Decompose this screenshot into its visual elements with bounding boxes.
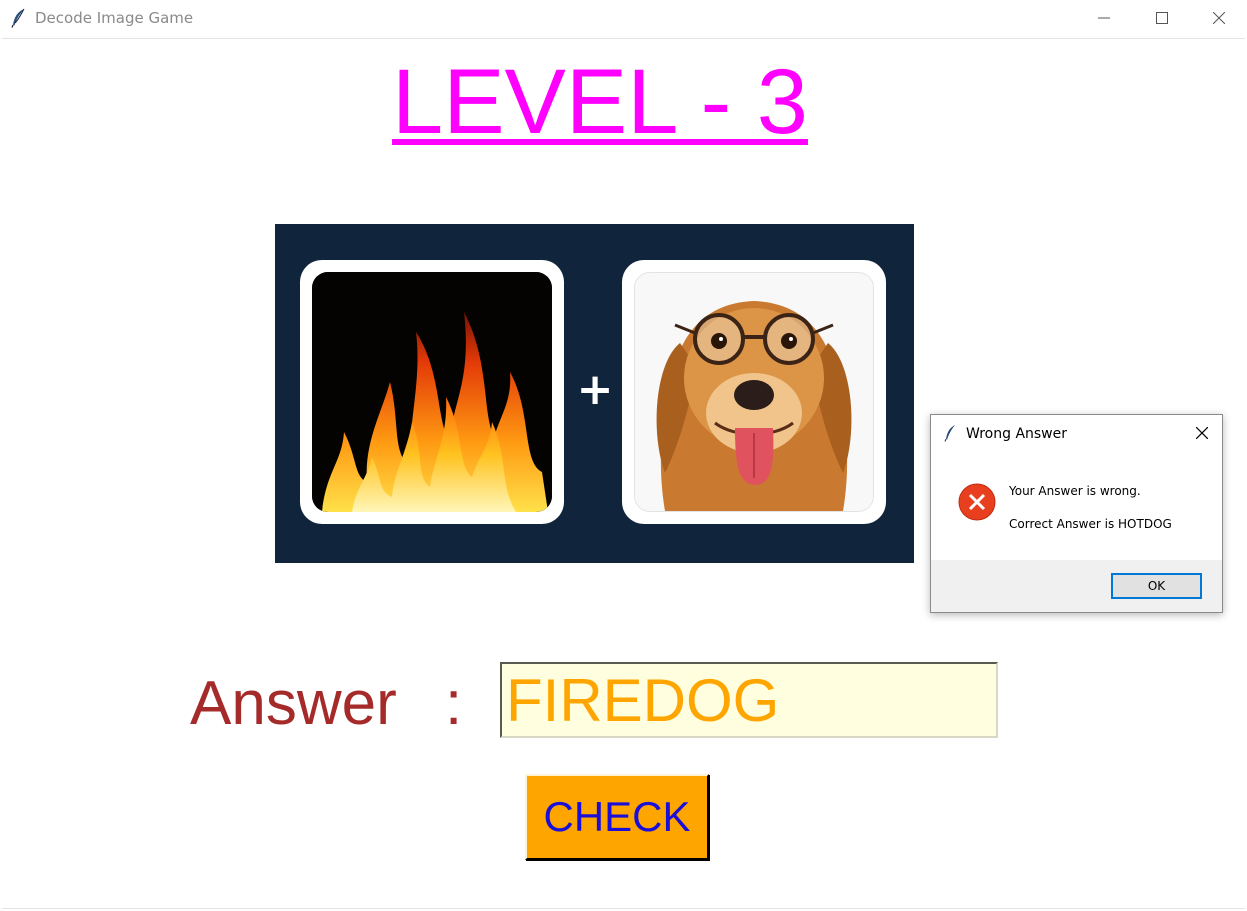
feather-icon	[944, 424, 958, 442]
puzzle-image: +	[275, 224, 914, 563]
fire-image	[312, 272, 552, 512]
plus-operator: +	[576, 364, 614, 415]
minimize-button[interactable]	[1075, 0, 1133, 36]
window-title: Decode Image Game	[35, 9, 194, 27]
minimize-icon	[1098, 17, 1110, 19]
answer-colon: :	[445, 669, 463, 738]
level-title: LEVEL - 3	[0, 52, 1200, 152]
feather-icon	[10, 8, 28, 28]
maximize-icon	[1156, 12, 1168, 24]
error-icon	[958, 483, 996, 521]
dialog-message-line1: Your Answer is wrong.	[1009, 484, 1141, 498]
fire-card	[300, 260, 564, 524]
dialog-message-line2: Correct Answer is HOTDOG	[1009, 517, 1172, 531]
level-title-text: LEVEL - 3	[392, 51, 808, 153]
close-button[interactable]	[1190, 0, 1247, 36]
dialog-close-button[interactable]	[1188, 419, 1216, 447]
ok-button[interactable]: OK	[1111, 573, 1202, 599]
dog-card	[622, 260, 886, 524]
dialog-title: Wrong Answer	[966, 426, 1068, 442]
answer-label: Answer	[190, 669, 397, 738]
check-button[interactable]: CHECK	[525, 774, 709, 860]
close-icon	[1213, 12, 1225, 24]
answer-input[interactable]	[500, 662, 998, 738]
close-icon	[1196, 427, 1208, 439]
window-titlebar[interactable]: Decode Image Game	[0, 0, 1247, 38]
dog-with-glasses-image	[634, 272, 874, 512]
dialog-footer: OK	[931, 560, 1222, 612]
maximize-button[interactable]	[1133, 0, 1191, 36]
wrong-answer-dialog: Wrong Answer Your Answer is wrong. Corre…	[930, 414, 1223, 613]
